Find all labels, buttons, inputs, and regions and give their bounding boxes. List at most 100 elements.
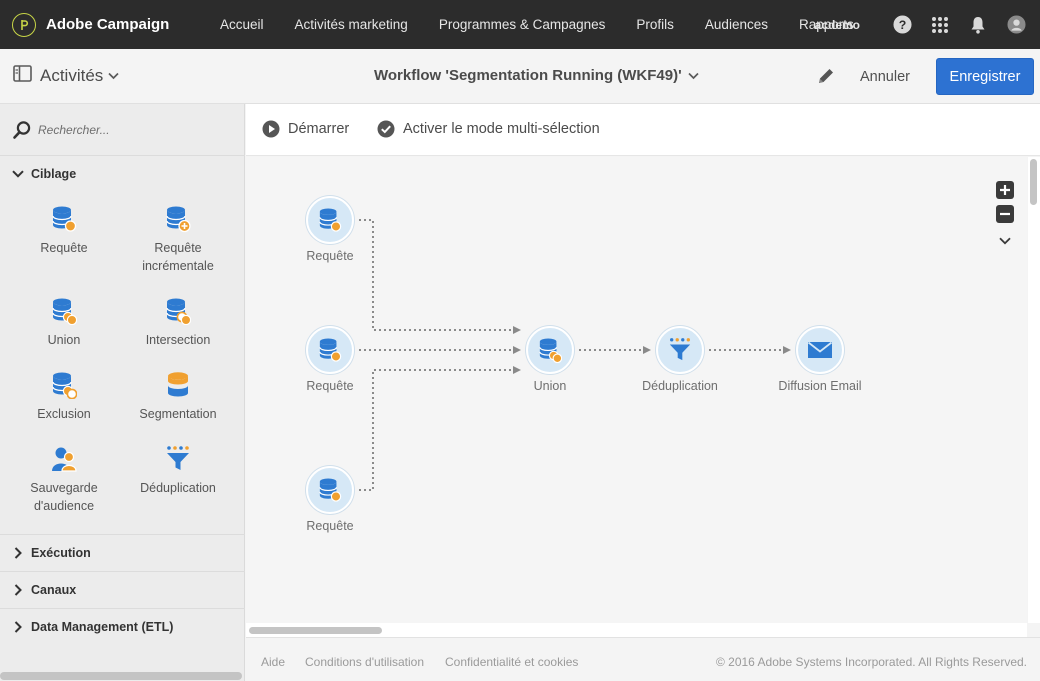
activities-sidebar: Ciblage Requête Requête incr (0, 104, 245, 681)
canvas-vertical-scrollbar[interactable] (1028, 157, 1040, 623)
workflow-action-bar: Activités Workflow 'Segmentation Running… (0, 49, 1040, 104)
scrollbar-thumb[interactable] (1030, 159, 1037, 205)
category-label: Ciblage (31, 167, 77, 181)
workflow-node-requete-1[interactable] (306, 196, 354, 244)
nav-item-programmes-campagnes[interactable]: Programmes & Campagnes (439, 17, 606, 32)
workflow-title-dropdown[interactable]: Workflow 'Segmentation Running (WKF49)' (374, 67, 699, 84)
category-ciblage[interactable]: Ciblage (0, 156, 245, 192)
user-name[interactable]: acdemo (815, 18, 860, 32)
activity-exclusion[interactable]: Exclusion (8, 369, 120, 423)
scrollbar-thumb[interactable] (249, 627, 382, 634)
checkmark-circle-icon (377, 120, 395, 138)
copyright-text: © 2016 Adobe Systems Incorporated. All R… (715, 655, 1027, 669)
cancel-button[interactable]: Annuler (850, 61, 920, 93)
workflow-title: Workflow 'Segmentation Running (WKF49)' (374, 67, 682, 84)
play-icon (262, 120, 280, 138)
nav-item-activites-marketing[interactable]: Activités marketing (295, 17, 408, 32)
footer-link-conditions[interactable]: Conditions d'utilisation (305, 655, 424, 669)
node-label: Requête (306, 249, 354, 263)
edit-pencil-icon[interactable] (816, 66, 836, 91)
search-input[interactable] (38, 119, 228, 141)
activity-label: Requête incrémentale (142, 241, 214, 273)
activity-intersection[interactable]: Intersection (122, 295, 234, 349)
activity-requete[interactable]: Requête (8, 203, 120, 257)
footer: Aide Conditions d'utilisation Confidenti… (246, 637, 1040, 681)
svg-text:?: ? (898, 18, 906, 32)
app-name: Adobe Campaign (46, 16, 170, 33)
category-data-management[interactable]: Data Management (ETL) (0, 609, 245, 645)
activity-deduplication[interactable]: Déduplication (122, 443, 234, 497)
top-navigation: Adobe Campaign Accueil Activités marketi… (0, 0, 1040, 49)
category-execution[interactable]: Exécution (0, 535, 245, 571)
workflow-node-deduplication[interactable] (656, 326, 704, 374)
panel-icon (13, 65, 32, 87)
brand[interactable]: Adobe Campaign (12, 12, 169, 37)
start-button[interactable]: Démarrer (262, 120, 349, 138)
workflow-node-diffusion-email[interactable] (796, 326, 844, 374)
node-label: Déduplication (642, 379, 718, 393)
node-label: Union (533, 379, 567, 393)
save-button[interactable]: Enregistrer (936, 58, 1034, 95)
deduplication-icon (122, 443, 234, 473)
activity-label: Sauvegarde d'audience (30, 481, 98, 513)
activity-search (0, 104, 245, 156)
sidebar-horizontal-scrollbar[interactable] (0, 672, 242, 680)
transition-query1-union (359, 219, 521, 334)
query-icon (318, 477, 342, 503)
activity-union[interactable]: Union (8, 295, 120, 349)
zoom-in-icon[interactable] (995, 180, 1015, 205)
activity-requete-incrementale[interactable]: Requête incrémentale (122, 203, 234, 275)
user-avatar-icon[interactable] (1006, 15, 1026, 35)
workflow-node-requete-2[interactable] (306, 326, 354, 374)
nav-item-audiences[interactable]: Audiences (705, 17, 768, 32)
nav-item-accueil[interactable]: Accueil (220, 17, 264, 32)
chevron-right-icon (11, 621, 25, 633)
canvas-toolbar: Démarrer Activer le mode multi-sélection (246, 104, 1040, 156)
union-icon (8, 295, 120, 325)
category-label: Data Management (ETL) (31, 620, 174, 634)
node-label: Requête (306, 519, 354, 533)
chevron-right-icon (11, 584, 25, 596)
footer-link-aide[interactable]: Aide (261, 655, 285, 669)
exclusion-icon (8, 369, 120, 399)
segmentation-icon (122, 369, 234, 399)
workflow-node-requete-3[interactable] (306, 466, 354, 514)
activity-label: Union (47, 333, 81, 347)
activity-segmentation[interactable]: Segmentation (122, 369, 234, 423)
activity-sauvegarde-audience[interactable]: Sauvegarde d'audience (8, 443, 120, 515)
canvas-horizontal-scrollbar[interactable] (246, 623, 1027, 637)
apps-grid-icon[interactable] (930, 15, 950, 35)
activity-label: Segmentation (139, 407, 217, 421)
chevron-down-icon (11, 170, 25, 178)
chevron-right-icon (11, 547, 25, 559)
main-nav: Accueil Activités marketing Programmes &… (205, 0, 870, 49)
node-label: Requête (306, 379, 354, 393)
search-icon (12, 120, 32, 145)
nav-item-profils[interactable]: Profils (636, 17, 674, 32)
activity-label: Intersection (145, 333, 211, 347)
zoom-out-icon[interactable] (995, 204, 1015, 229)
query-icon (8, 203, 120, 233)
workflow-node-union[interactable] (526, 326, 574, 374)
query-icon (318, 207, 342, 233)
activities-title: Activités (40, 66, 104, 85)
activities-panel-toggle[interactable]: Activités (13, 65, 119, 87)
category-label: Canaux (31, 583, 77, 597)
save-audience-icon (8, 443, 120, 473)
start-label: Démarrer (288, 121, 350, 137)
footer-link-confidentialite[interactable]: Confidentialité et cookies (445, 655, 578, 669)
incremental-query-icon (122, 203, 234, 233)
category-canaux[interactable]: Canaux (0, 572, 245, 608)
multiselect-toggle[interactable]: Activer le mode multi-sélection (377, 120, 600, 138)
workflow-canvas[interactable]: Requête Requête Requête Union Déduplicat… (246, 157, 1027, 623)
activity-label: Exclusion (37, 407, 91, 421)
activity-label: Déduplication (140, 481, 216, 495)
help-icon[interactable]: ? (892, 15, 912, 35)
multiselect-label: Activer le mode multi-sélection (403, 121, 600, 137)
chevron-down-icon[interactable] (999, 232, 1011, 250)
activity-label: Requête (40, 241, 88, 255)
email-icon (807, 340, 833, 360)
deduplication-icon (668, 337, 692, 363)
category-label: Exécution (31, 546, 91, 560)
notification-bell-icon[interactable] (968, 15, 988, 35)
